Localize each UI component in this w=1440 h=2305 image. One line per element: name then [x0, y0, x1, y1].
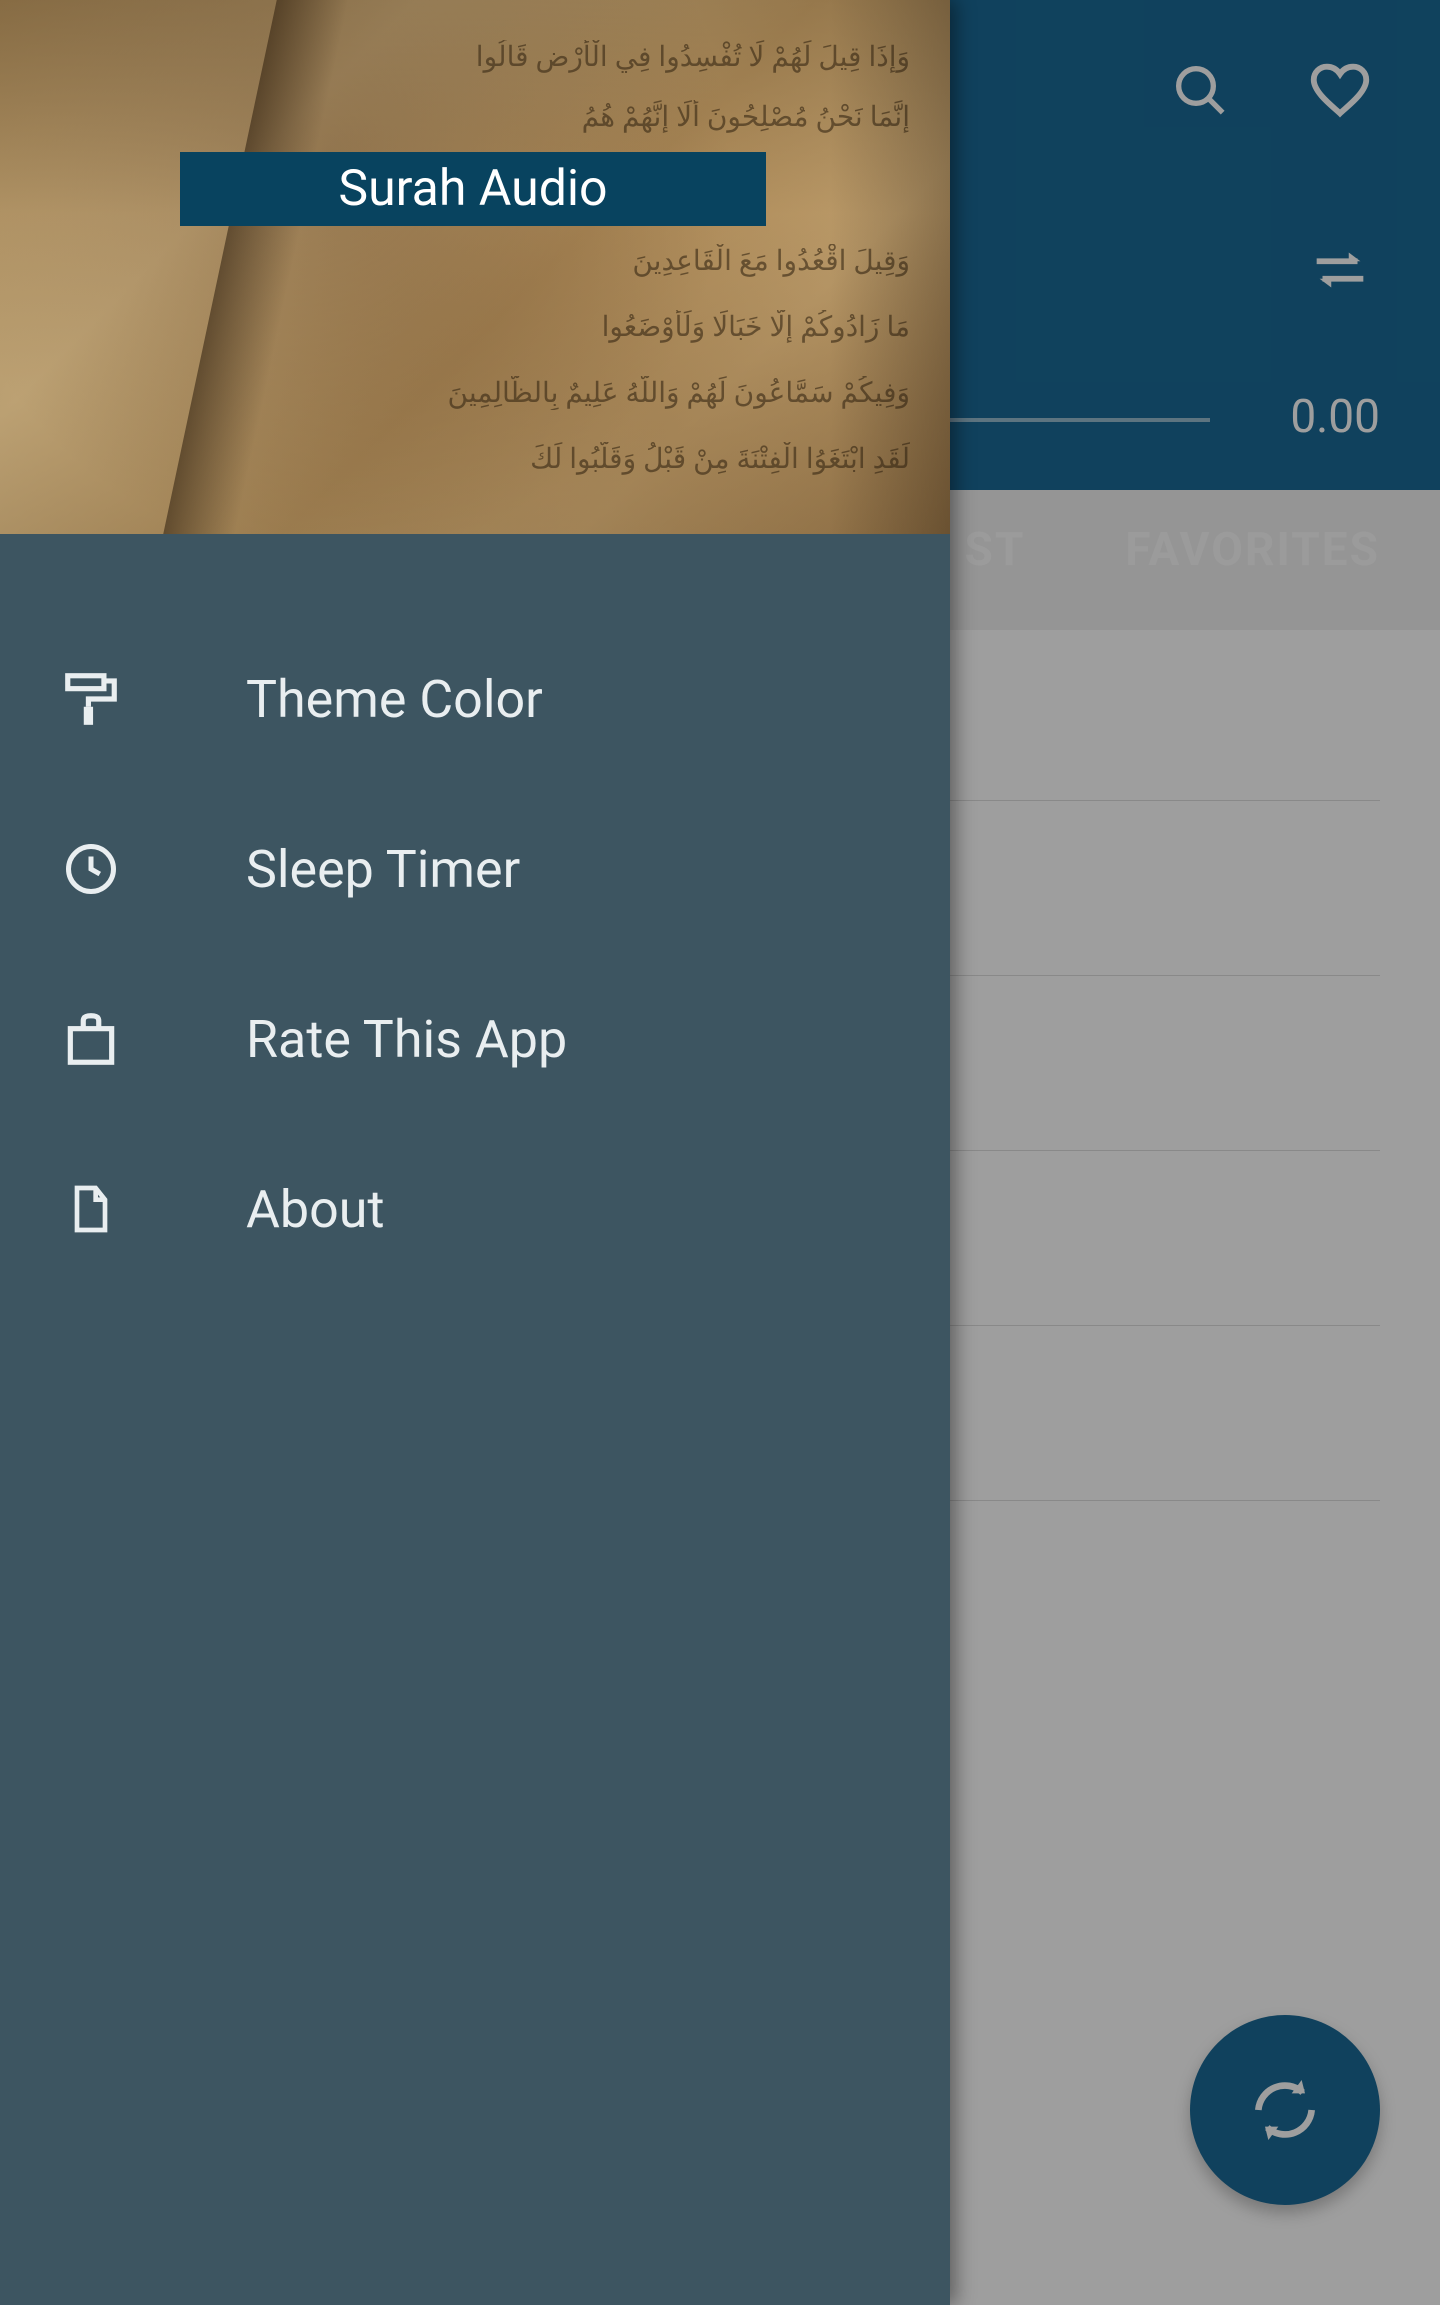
bag-icon — [56, 1004, 126, 1074]
drawer-item-label: Sleep Timer — [246, 839, 520, 900]
decorative-script: وَقِيلَ اقْعُدُوا مَعَ الْقَاعِدِينَ — [320, 244, 910, 278]
drawer-item-label: Theme Color — [246, 669, 543, 730]
drawer-item-label: Rate This App — [246, 1009, 567, 1070]
decorative-script: وَإِذَا قِيلَ لَهُمْ لَا تُفْسِدُوا فِي … — [320, 40, 910, 74]
drawer-item-about[interactable]: About — [0, 1124, 950, 1294]
drawer-title: Surah Audio — [180, 152, 766, 226]
drawer-item-theme-color[interactable]: Theme Color — [0, 614, 950, 784]
decorative-script: لَقَدِ ابْتَغَوُا الْفِتْنَةَ مِنْ قَبْل… — [320, 442, 910, 476]
navigation-drawer: وَإِذَا قِيلَ لَهُمْ لَا تُفْسِدُوا فِي … — [0, 0, 950, 2305]
drawer-item-rate-app[interactable]: Rate This App — [0, 954, 950, 1124]
drawer-item-label: About — [246, 1179, 384, 1240]
paint-roller-icon — [56, 664, 126, 734]
drawer-item-list: Theme Color Sleep Timer — [0, 534, 950, 1294]
app-screen: 0.00 ST FAVORITES وَإِذَا قِيلَ ل — [0, 0, 1440, 2305]
decorative-script: إِنَّمَا نَحْنُ مُصْلِحُونَ أَلَا إِنَّه… — [320, 100, 910, 134]
document-icon — [56, 1174, 126, 1244]
decorative-script: وَفِيكُمْ سَمَّاعُونَ لَهُمْ وَاللَّهُ ع… — [320, 376, 910, 410]
drawer-title-text: Surah Audio — [338, 160, 607, 218]
drawer-item-sleep-timer[interactable]: Sleep Timer — [0, 784, 950, 954]
decorative-script: مَا زَادُوكُمْ إِلَّا خَبَالًا وَلَأَوْض… — [320, 310, 910, 344]
clock-icon — [56, 834, 126, 904]
drawer-header-image: وَإِذَا قِيلَ لَهُمْ لَا تُفْسِدُوا فِي … — [0, 0, 950, 534]
